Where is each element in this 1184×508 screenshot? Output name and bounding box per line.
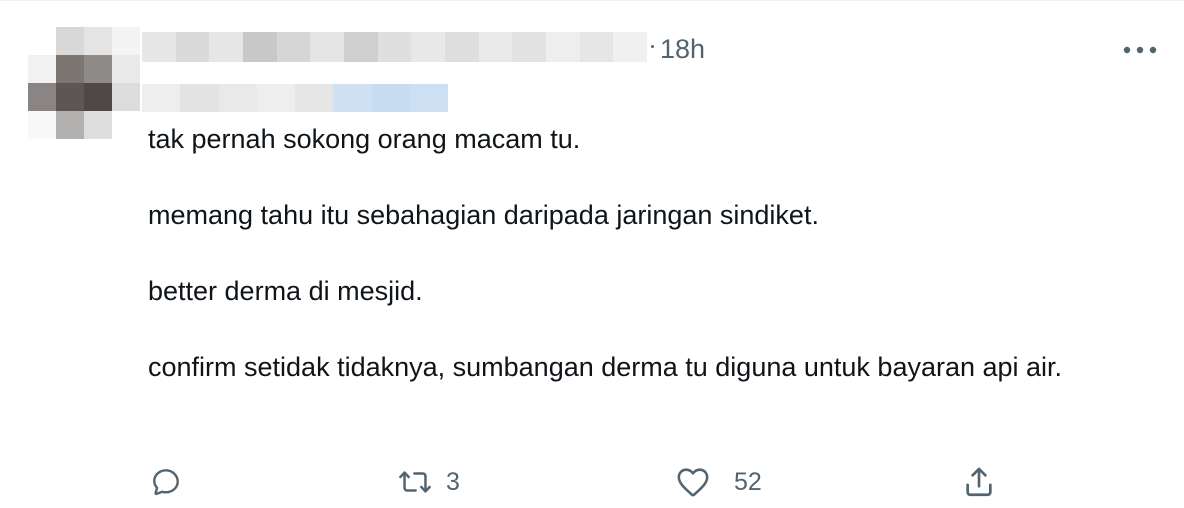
redaction-pixel xyxy=(512,32,546,62)
tweet-text-line: memang tahu itu sebahagian daripada jari… xyxy=(148,200,819,230)
redaction-pixel xyxy=(218,84,257,112)
redaction-pixel xyxy=(377,32,412,62)
redaction-pixel xyxy=(242,32,277,62)
username-redacted[interactable] xyxy=(142,84,448,112)
redaction-pixel xyxy=(411,32,445,62)
tweet-text-line: tak pernah sokong orang macam tu. xyxy=(148,124,581,154)
avatar-pixel xyxy=(28,111,56,139)
redaction-pixel xyxy=(180,84,219,112)
redaction-pixel xyxy=(310,32,344,62)
avatar-pixel xyxy=(56,83,84,111)
avatar-pixel xyxy=(112,111,140,139)
redaction-pixel xyxy=(276,32,311,62)
avatar-pixel xyxy=(28,27,56,55)
avatar[interactable] xyxy=(28,27,140,139)
separator-dot xyxy=(651,45,654,48)
like-button[interactable]: 52 xyxy=(676,462,762,502)
display-name-redacted[interactable] xyxy=(142,32,647,62)
redaction-pixel xyxy=(444,32,479,62)
reply-button[interactable] xyxy=(150,462,182,502)
reply-icon xyxy=(153,469,179,496)
tweet-text-line: confirm setidak tidaknya, sumbangan derm… xyxy=(148,352,1063,382)
redaction-pixel xyxy=(343,32,378,62)
like-count: 52 xyxy=(734,468,762,496)
divider xyxy=(0,0,1184,1)
retweet-count: 3 xyxy=(446,468,460,496)
heart-icon xyxy=(677,468,709,497)
redaction-pixel xyxy=(409,84,448,112)
avatar-pixel xyxy=(112,83,140,111)
avatar-pixel xyxy=(84,55,112,83)
redaction-pixel xyxy=(175,32,210,62)
avatar-pixel xyxy=(56,27,84,55)
redaction-pixel xyxy=(613,32,647,62)
redaction-pixel xyxy=(256,84,295,112)
avatar-pixel xyxy=(28,55,56,83)
avatar-pixel xyxy=(28,83,56,111)
avatar-pixel xyxy=(84,83,112,111)
redaction-pixel xyxy=(333,84,372,112)
redaction-pixel xyxy=(142,84,181,112)
redaction-pixel xyxy=(142,32,176,62)
share-button[interactable] xyxy=(962,462,996,502)
retweet-icon xyxy=(399,471,431,493)
retweet-button[interactable]: 3 xyxy=(398,462,460,502)
avatar-pixel xyxy=(112,27,140,55)
more-icon xyxy=(1123,46,1157,54)
redaction-pixel xyxy=(579,32,614,62)
avatar-pixel xyxy=(56,111,84,139)
redaction-pixel xyxy=(209,32,243,62)
tweet-card[interactable]: 18h tak pernah sokong orang macam tu. me… xyxy=(0,0,1184,508)
timestamp[interactable]: 18h xyxy=(660,32,705,66)
avatar-pixel xyxy=(84,111,112,139)
redaction-pixel xyxy=(371,84,410,112)
tweet-text-line: better derma di mesjid. xyxy=(148,276,423,306)
more-options-button[interactable] xyxy=(1120,36,1160,64)
redaction-pixel xyxy=(545,32,580,62)
avatar-pixel xyxy=(56,55,84,83)
redaction-pixel xyxy=(478,32,513,62)
avatar-pixel xyxy=(112,55,140,83)
share-icon xyxy=(966,467,992,497)
avatar-pixel xyxy=(84,27,112,55)
redaction-pixel xyxy=(295,84,334,112)
tweet-text: tak pernah sokong orang macam tu. memang… xyxy=(148,120,1128,386)
